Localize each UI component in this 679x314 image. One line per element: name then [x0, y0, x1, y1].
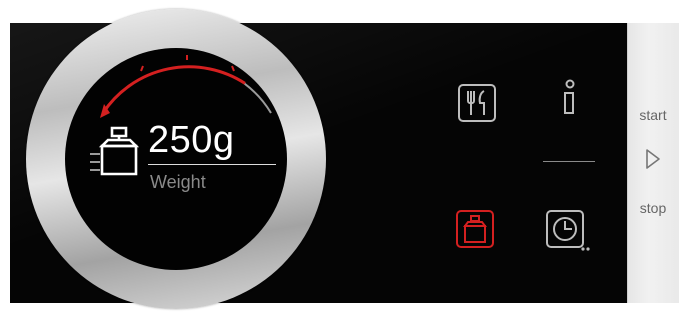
info-icon: [564, 79, 575, 114]
arc-tick: [231, 65, 235, 72]
weight-value: 250g: [148, 119, 235, 161]
timer-button[interactable]: [544, 208, 592, 254]
weight-icon: [456, 210, 494, 248]
weight-mode-button[interactable]: [454, 208, 496, 250]
arc-tick: [140, 65, 144, 72]
timer-icon: [546, 210, 590, 251]
cutlery-icon: [458, 84, 496, 122]
weight-label: Weight: [150, 172, 206, 192]
play-icon[interactable]: [645, 148, 661, 170]
stop-label: stop: [639, 200, 667, 216]
info-button[interactable]: [556, 78, 584, 124]
start-label: start: [639, 107, 667, 123]
value-underline: [148, 164, 276, 165]
arc-inactive-segment: [243, 82, 272, 114]
arc-active-segment: [101, 65, 246, 114]
controls-divider: [543, 161, 595, 162]
programs-button[interactable]: [456, 82, 498, 124]
weight-icon: [90, 126, 140, 176]
